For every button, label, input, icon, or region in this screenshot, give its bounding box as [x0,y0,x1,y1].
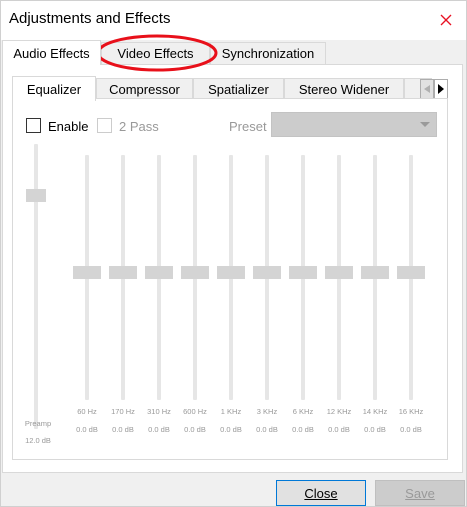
slider-thumb[interactable] [26,189,46,202]
preamp-label: Preamp [24,419,52,428]
band-frequency-label: 12 KHz [326,407,352,416]
tab-spatializer[interactable]: Spatializer [193,78,284,100]
preset-dropdown[interactable] [271,112,437,137]
tab-scroll-left-button[interactable] [420,79,434,99]
close-button[interactable]: Close [276,480,366,506]
tab-label: Compressor [109,82,180,97]
band-frequency-label: 1 KHz [220,407,242,416]
slider-thumb[interactable] [397,266,425,279]
slider-thumb[interactable] [289,266,317,279]
band-value-label: 0.0 dB [76,425,98,434]
slider-thumb[interactable] [217,266,245,279]
tab-audio-effects[interactable]: Audio Effects [2,40,101,65]
two-pass-checkbox[interactable] [97,118,112,133]
band-frequency-label: 170 Hz [111,407,135,416]
slider-thumb[interactable] [181,266,209,279]
tab-label: Audio Effects [13,45,90,61]
tab-scroll-right-button[interactable] [434,79,448,99]
triangle-left-icon [424,85,430,93]
band-frequency-label: 3 KHz [256,407,278,416]
band-value-label: 0.0 dB [400,425,422,434]
tab-label: Synchronization [221,46,315,61]
band-value-label: 0.0 dB [184,425,206,434]
band-value-label: 0.0 dB [112,425,134,434]
band-frequency-label: 14 KHz [362,407,388,416]
slider-thumb[interactable] [145,266,173,279]
tab-label: Video Effects [117,46,194,61]
band-value-label: 0.0 dB [220,425,242,434]
slider-track [34,144,38,429]
window-close-button[interactable] [432,6,460,34]
slider-thumb[interactable] [109,266,137,279]
chevron-down-icon [420,122,430,127]
band-value-label: 0.0 dB [328,425,350,434]
band-frequency-label: 16 KHz [398,407,424,416]
slider-thumb[interactable] [253,266,281,279]
band-value-label: 0.0 dB [256,425,278,434]
band-value-label: 0.0 dB [148,425,170,434]
preset-label: Preset [229,119,267,134]
band-frequency-label: 600 Hz [183,407,207,416]
preamp-value: 12.0 dB [25,436,51,445]
close-icon [440,14,452,26]
close-label: Close [304,485,338,501]
tab-equalizer[interactable]: Equalizer [12,76,96,101]
tab-video-effects[interactable]: Video Effects [101,42,210,64]
slider-thumb[interactable] [325,266,353,279]
enable-label: Enable [48,119,89,134]
enable-checkbox[interactable] [26,118,41,133]
band-frequency-label: 60 Hz [77,407,97,416]
tab-synchronization[interactable]: Synchronization [210,42,326,64]
tab-label: Equalizer [26,81,82,97]
band-value-label: 0.0 dB [292,425,314,434]
title-bar: Adjustments and Effects [0,0,467,40]
slider-thumb[interactable] [73,266,101,279]
tab-label: Stereo Widener [298,82,390,97]
tab-label: Spatializer [208,82,269,97]
two-pass-label: 2 Pass [119,119,159,134]
save-button[interactable]: Save [375,480,465,506]
tab-stereo-widener[interactable]: Stereo Widener [284,78,404,100]
triangle-right-icon [438,84,444,94]
slider-thumb[interactable] [361,266,389,279]
window-title: Adjustments and Effects [9,10,171,27]
band-frequency-label: 6 KHz [292,407,314,416]
save-label: Save [405,485,435,501]
band-value-label: 0.0 dB [364,425,386,434]
tab-compressor[interactable]: Compressor [96,78,193,100]
band-frequency-label: 310 Hz [147,407,171,416]
